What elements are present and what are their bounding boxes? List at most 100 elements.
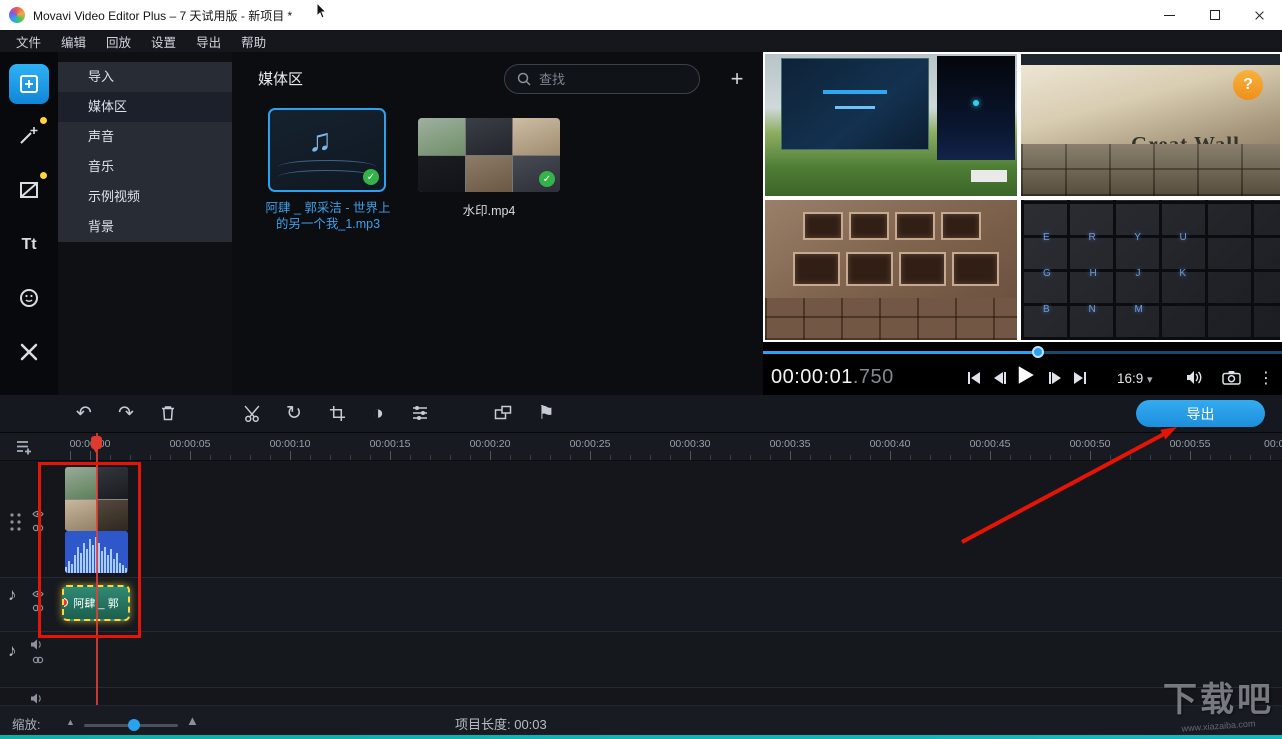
display-cell	[895, 212, 935, 240]
ruler-label: 00:00:35	[769, 438, 811, 450]
stickers-tab-button[interactable]	[9, 278, 49, 318]
contrast-icon: ◑	[372, 402, 384, 424]
export-button[interactable]: 导出	[1136, 400, 1265, 427]
more-tools-tab-button[interactable]	[9, 332, 49, 372]
seek-bar[interactable]	[763, 346, 1282, 360]
menu-settings[interactable]: 设置	[141, 32, 186, 51]
import-icon	[20, 75, 38, 93]
transitions-tab-button[interactable]	[9, 170, 49, 210]
skip-end-icon	[1074, 372, 1086, 384]
link-icon[interactable]	[32, 655, 44, 665]
mute-speaker-icon[interactable]	[30, 639, 43, 650]
media-item-video[interactable]: ✓	[418, 118, 560, 192]
close-button[interactable]	[1237, 0, 1282, 30]
skip-to-end-button[interactable]	[1069, 370, 1091, 386]
more-options-button[interactable]: ⋮	[1258, 368, 1274, 388]
color-adjustments-button[interactable]: ◑	[365, 400, 391, 426]
volume-button[interactable]	[1185, 370, 1203, 390]
search-input[interactable]	[531, 71, 699, 87]
seek-handle[interactable]	[1032, 346, 1045, 358]
status-bar: 缩放: ▲ ▲ 项目长度: 00:03	[0, 705, 1282, 735]
previous-frame-button[interactable]	[989, 370, 1011, 386]
crop-icon	[329, 405, 345, 421]
crop-button[interactable]	[324, 400, 350, 426]
music-note-icon: ♪	[8, 585, 17, 604]
display-cell	[899, 252, 946, 286]
menu-export[interactable]: 导出	[186, 32, 231, 51]
mute-speaker-icon[interactable]	[30, 693, 43, 704]
decoration	[971, 170, 1007, 182]
transitions-icon	[20, 182, 38, 198]
ruler-label: 00:0	[1264, 438, 1282, 450]
maximize-button[interactable]	[1192, 0, 1237, 30]
waveform-decoration	[278, 170, 376, 184]
marker-button[interactable]: ⚑	[533, 400, 559, 426]
decoration	[1021, 54, 1280, 65]
minimize-button[interactable]	[1147, 0, 1192, 30]
sidebar-item-sample-videos[interactable]: 示例视频	[58, 182, 232, 212]
aspect-ratio-dropdown[interactable]: 16:9 ▾	[1117, 371, 1153, 386]
skip-to-start-button[interactable]	[963, 370, 985, 386]
clip-properties-button[interactable]	[407, 400, 433, 426]
sidebar-item-backgrounds[interactable]: 背景	[58, 212, 232, 242]
sidebar-item-sounds[interactable]: 声音	[58, 122, 232, 152]
stickers-icon	[20, 289, 38, 307]
maximize-icon	[1209, 10, 1220, 20]
zoom-out-icon[interactable]: ▲	[66, 717, 75, 727]
skip-start-icon	[968, 372, 980, 384]
preview-video-frame[interactable]: Great Wall	[763, 52, 1282, 342]
preview-quadrant-bottom-right: E R Y U G H J K B N M	[1021, 200, 1280, 340]
rotate-button[interactable]: ↻	[281, 400, 307, 426]
help-button[interactable]: ?	[1233, 70, 1263, 100]
display-cell	[803, 212, 843, 240]
track-divider	[0, 631, 1282, 632]
chevron-down-icon: ▾	[1147, 374, 1153, 386]
filters-tab-button[interactable]	[9, 115, 49, 155]
zoom-in-icon[interactable]: ▲	[186, 713, 199, 728]
drag-handle-icon[interactable]	[8, 511, 23, 533]
delete-button[interactable]	[155, 400, 181, 426]
decoration	[822, 89, 888, 94]
seek-track	[763, 351, 1282, 354]
titles-tab-button[interactable]: Tt	[9, 225, 49, 265]
add-media-button[interactable]: +	[722, 64, 752, 94]
camera-icon	[1222, 371, 1241, 385]
search-box[interactable]	[504, 64, 700, 94]
media-item-audio[interactable]: ♫ ✓	[268, 108, 386, 192]
category-sidebar: 导入 媒体区 声音 音乐 示例视频 背景	[58, 52, 232, 395]
menu-file[interactable]: 文件	[6, 32, 51, 51]
menu-edit[interactable]: 编辑	[51, 32, 96, 51]
category-list: 导入 媒体区 声音 音乐 示例视频 背景	[58, 62, 232, 242]
play-button[interactable]	[1014, 366, 1036, 384]
zoom-label: 缩放:	[12, 718, 41, 732]
menu-bar: 文件 编辑 回放 设置 导出 帮助	[0, 30, 1282, 52]
timecode-ms: .750	[852, 366, 894, 388]
next-frame-button[interactable]	[1044, 370, 1066, 386]
ruler-label: 00:00:25	[569, 438, 611, 450]
overlay-button[interactable]	[490, 400, 516, 426]
menu-help[interactable]: 帮助	[231, 32, 276, 51]
main-area: Tt 导入 媒体区 声音 音乐 示例视频 背景 媒体区 查找 + ♫ ✓ ✓ 阿…	[0, 52, 1282, 395]
annotation-arrow	[961, 427, 1177, 544]
sidebar-item-media-bin[interactable]: 媒体区	[58, 92, 232, 122]
playhead-handle[interactable]	[91, 436, 102, 453]
track-list-menu-icon[interactable]	[14, 437, 34, 457]
media-bin-panel: 媒体区 + ♫ ✓ ✓	[232, 52, 763, 395]
thumb-cell	[418, 155, 465, 192]
sidebar-item-import[interactable]: 导入	[58, 62, 232, 92]
undo-button[interactable]: ↶	[71, 400, 97, 426]
split-button[interactable]	[239, 400, 265, 426]
sidebar-item-music[interactable]: 音乐	[58, 152, 232, 182]
menu-playback[interactable]: 回放	[96, 32, 141, 51]
preview-quadrant-top-left	[765, 54, 1017, 196]
music-note-icon: ♪	[8, 641, 17, 660]
app-window: Movavi Video Editor Plus – 7 天试用版 - 新项目 …	[0, 0, 1282, 739]
import-tab-button[interactable]	[9, 64, 49, 104]
snapshot-button[interactable]	[1222, 370, 1241, 390]
site-watermark: 下载吧 www.xiazaiba.com	[1163, 672, 1274, 734]
prev-frame-icon	[994, 372, 1006, 384]
zoom-slider-handle[interactable]	[128, 719, 140, 731]
display-cell	[941, 212, 981, 240]
play-icon	[1018, 366, 1034, 384]
redo-button[interactable]: ↷	[113, 400, 139, 426]
